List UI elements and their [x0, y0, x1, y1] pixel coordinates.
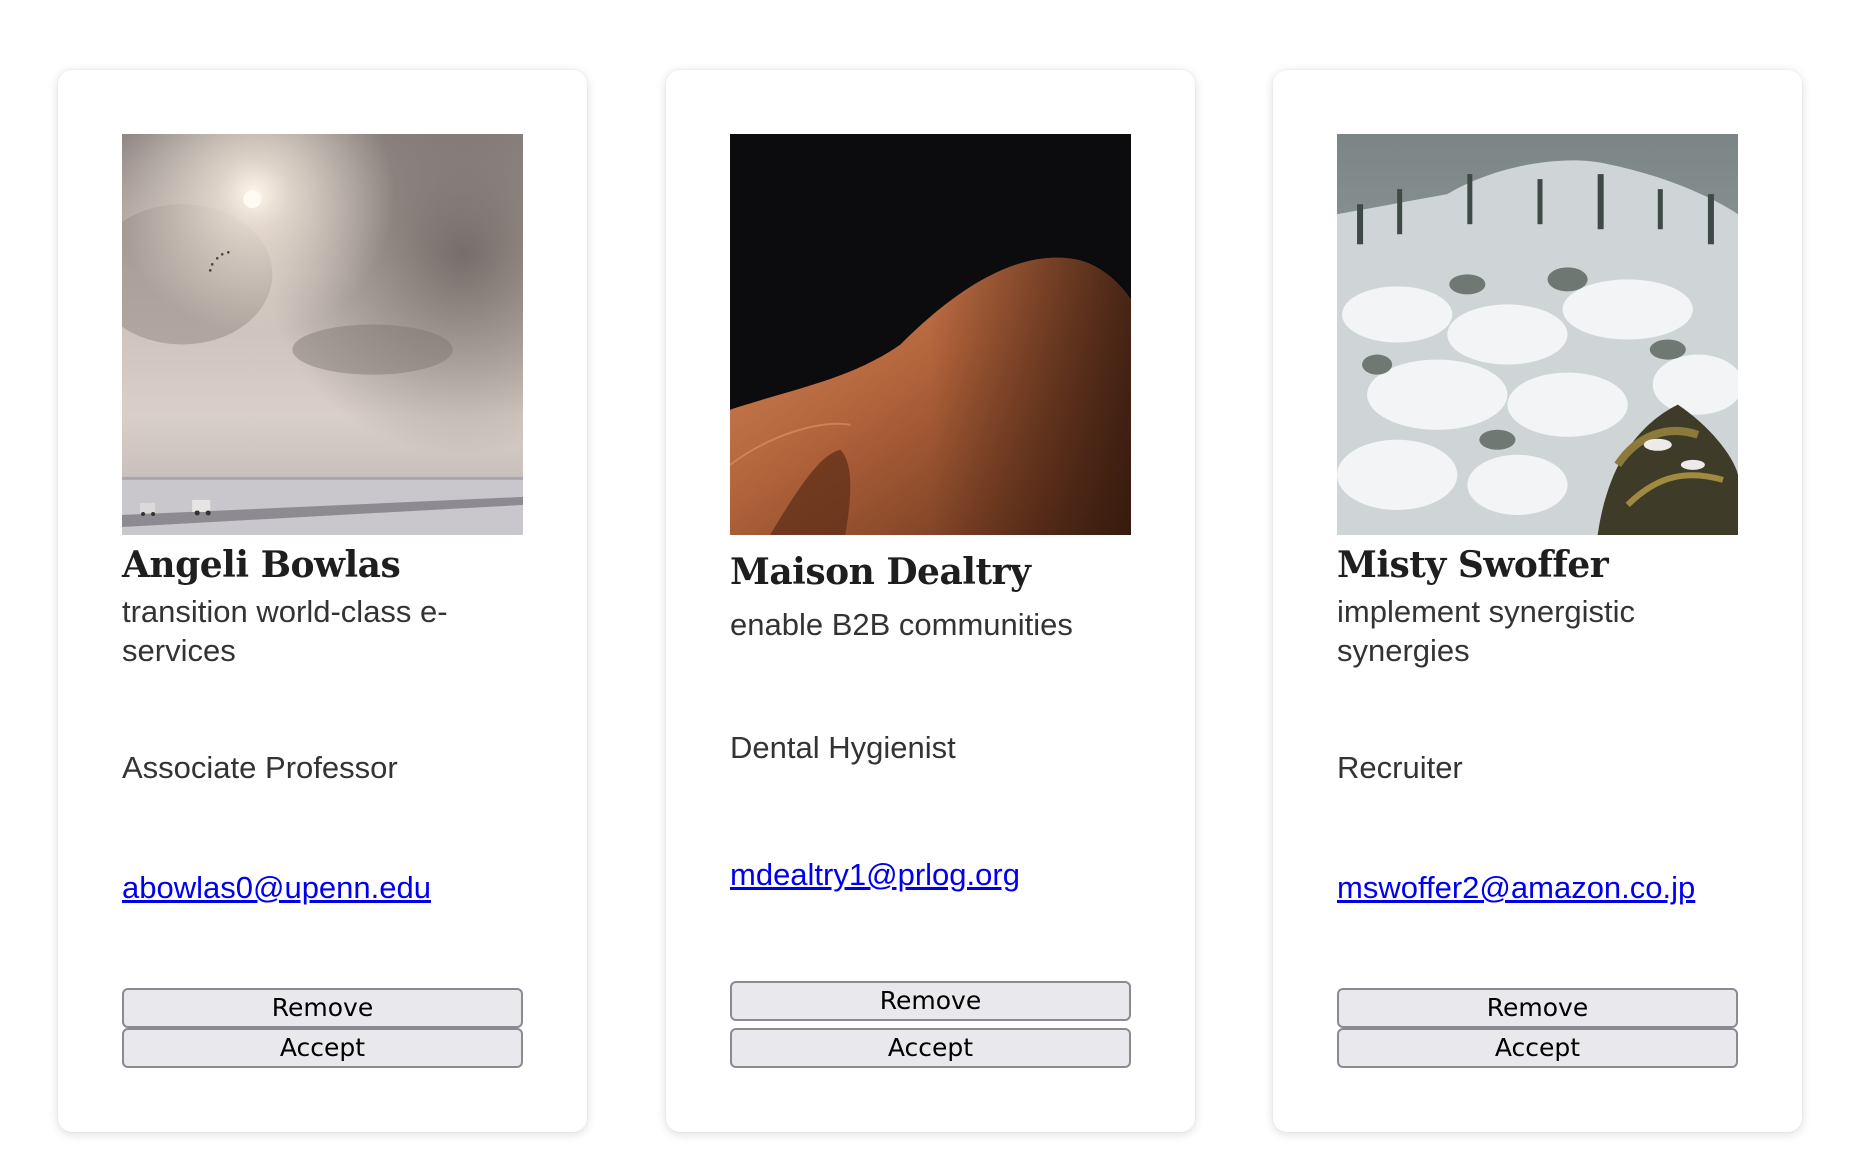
profile-card: Angeli Bowlas transition world-class e-s…	[58, 70, 587, 1132]
profile-name: Misty Swoffer	[1337, 544, 1609, 586]
profile-name: Maison Dealtry	[730, 551, 1031, 593]
profile-name: Angeli Bowlas	[122, 544, 401, 586]
profile-email-link[interactable]: mswoffer2@amazon.co.jp	[1337, 870, 1695, 906]
profile-card: Maison Dealtry enable B2B communities De…	[666, 70, 1195, 1132]
profile-photo	[730, 134, 1131, 535]
profile-tagline: implement synergistic synergies	[1337, 594, 1636, 668]
accept-button[interactable]: Accept	[730, 1028, 1131, 1068]
accept-button[interactable]: Accept	[122, 1028, 523, 1068]
profile-job-title: Recruiter	[1337, 750, 1463, 785]
remove-button[interactable]: Remove	[730, 981, 1131, 1021]
profile-tagline: transition world-class e-services	[122, 594, 448, 668]
profile-job-title: Dental Hygienist	[730, 730, 956, 765]
profile-photo	[122, 134, 523, 535]
profile-email-link[interactable]: mdealtry1@prlog.org	[730, 857, 1020, 893]
profile-card: Misty Swoffer implement synergistic syne…	[1273, 70, 1802, 1132]
profile-tagline: enable B2B communities	[730, 607, 1073, 642]
remove-button[interactable]: Remove	[1337, 988, 1738, 1028]
profile-job-title: Associate Professor	[122, 750, 398, 785]
remove-button[interactable]: Remove	[122, 988, 523, 1028]
accept-button[interactable]: Accept	[1337, 1028, 1738, 1068]
profile-email-link[interactable]: abowlas0@upenn.edu	[122, 870, 431, 906]
profile-cards-grid: Angeli Bowlas transition world-class e-s…	[0, 0, 1854, 1152]
profile-photo	[1337, 134, 1738, 535]
